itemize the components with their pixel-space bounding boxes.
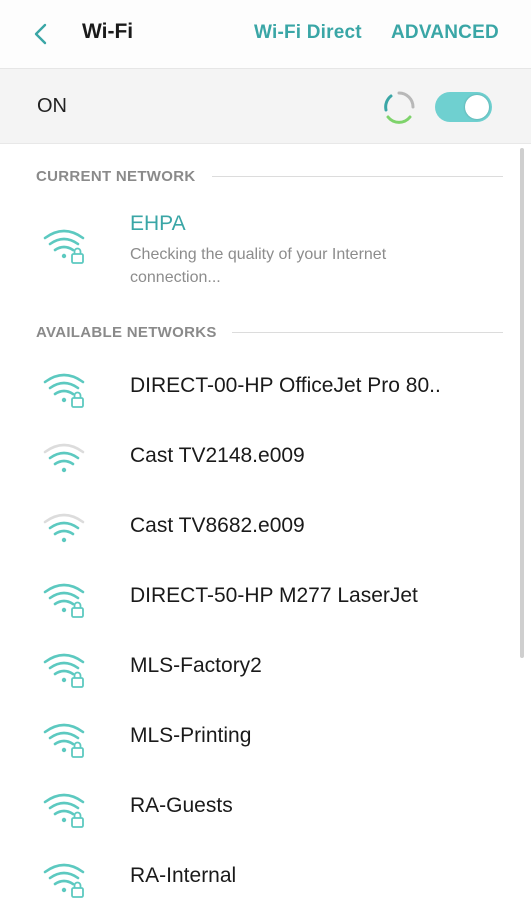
toggle-knob [465, 95, 489, 119]
scrollbar[interactable] [520, 148, 524, 658]
wifi-icon [43, 443, 85, 473]
current-network-name: EHPA [130, 212, 186, 235]
network-name: Cast TV2148.e009 [130, 444, 305, 467]
network-list-item[interactable]: Cast TV8682.e009 [0, 495, 510, 565]
network-list-item[interactable]: DIRECT-00-HP OfficeJet Pro 80.. [0, 355, 510, 425]
network-list-item[interactable]: Cast TV2148.e009 [0, 425, 510, 495]
wifi-lock-icon [43, 723, 85, 758]
network-name: DIRECT-00-HP OfficeJet Pro 80.. [130, 374, 441, 397]
wifi-lock-icon [43, 863, 85, 898]
network-list-item[interactable]: DIRECT-50-HP M277 LaserJet [0, 565, 510, 635]
current-network-item[interactable]: EHPA Checking the quality of your Intern… [0, 200, 510, 300]
wifi-lock-icon [43, 373, 85, 408]
network-name: MLS-Printing [130, 724, 252, 747]
network-name: RA-Guests [130, 794, 233, 817]
network-name: MLS-Factory2 [130, 654, 262, 677]
section-divider [212, 176, 503, 177]
wifi-state-label: ON [37, 95, 67, 117]
network-name: DIRECT-50-HP M277 LaserJet [130, 584, 418, 607]
network-name: RA-Internal [130, 864, 237, 887]
network-list-item[interactable]: RA-Guests [0, 775, 510, 845]
back-arrow-icon[interactable] [28, 20, 56, 48]
current-network-status: Checking the quality of your Internet co… [130, 246, 387, 286]
network-list-item[interactable]: RA-Internal [0, 845, 510, 915]
wifi-lock-icon [43, 793, 85, 828]
wifi-lock-icon [43, 229, 85, 264]
available-networks-header: AVAILABLE NETWORKS [36, 324, 217, 341]
app-bar: Wi-Fi Wi-Fi Direct ADVANCED [0, 0, 531, 69]
section-divider [232, 332, 503, 333]
network-list-item[interactable]: MLS-Printing [0, 705, 510, 775]
wifi-lock-icon [43, 583, 85, 618]
page-title: Wi-Fi [82, 20, 134, 43]
wifi-direct-button[interactable]: Wi-Fi Direct [254, 22, 362, 44]
current-network-header: CURRENT NETWORK [36, 168, 196, 185]
network-list-item[interactable]: MLS-Factory2 [0, 635, 510, 705]
network-name: Cast TV8682.e009 [130, 514, 305, 537]
scanning-spinner-icon [384, 91, 415, 124]
wifi-icon [43, 513, 85, 543]
wifi-toggle[interactable] [435, 92, 492, 122]
wifi-master-switch-row[interactable]: ON [0, 69, 531, 144]
wifi-lock-icon [43, 653, 85, 688]
advanced-button[interactable]: ADVANCED [391, 22, 499, 44]
